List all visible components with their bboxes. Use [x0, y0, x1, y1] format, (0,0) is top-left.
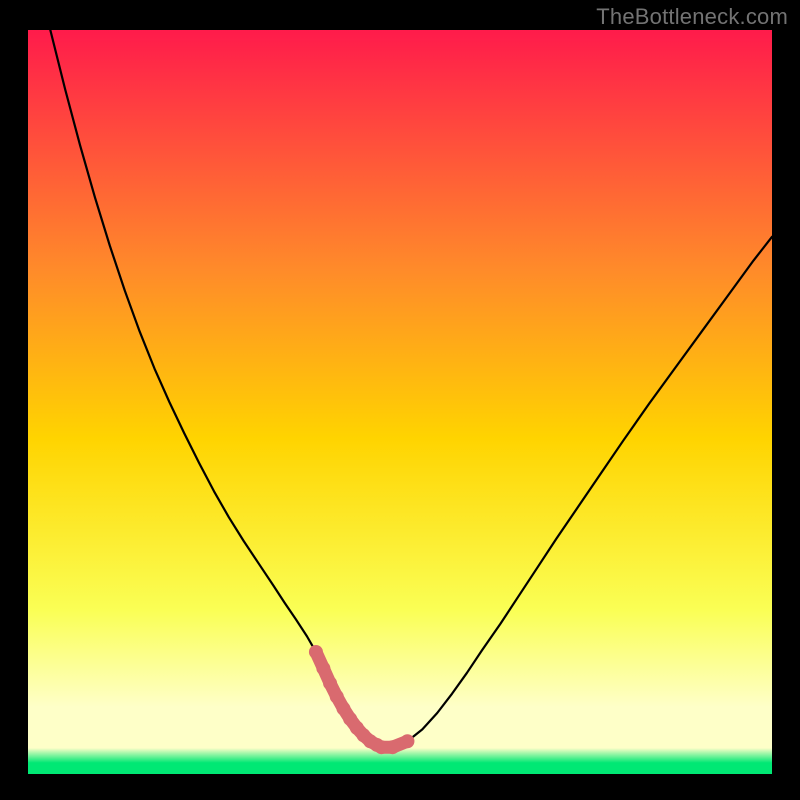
highlight-dot: [386, 740, 400, 754]
chart-stage: TheBottleneck.com: [0, 0, 800, 800]
highlight-dot: [330, 690, 344, 704]
watermark-text: TheBottleneck.com: [596, 4, 788, 30]
highlight-dot: [316, 661, 330, 675]
highlight-dot: [400, 734, 414, 748]
plot-svg: [28, 30, 772, 774]
plot-area: [28, 30, 772, 774]
highlight-dot: [323, 676, 337, 690]
gradient-bg: [28, 30, 772, 774]
highlight-dot: [309, 645, 323, 659]
